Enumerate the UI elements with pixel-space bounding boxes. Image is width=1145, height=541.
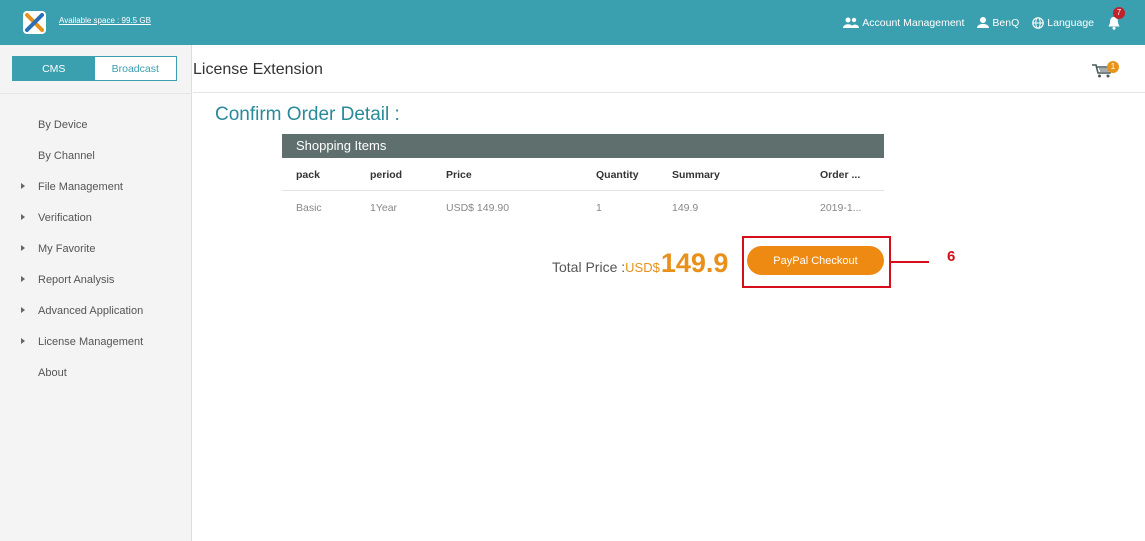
sidebar-item-label: Report Analysis bbox=[38, 273, 115, 286]
table-header-row: pack period Price Quantity Summary Order… bbox=[282, 158, 884, 191]
caret-right-icon bbox=[21, 245, 25, 251]
main-content: Confirm Order Detail : Shopping Items pa… bbox=[193, 93, 1145, 541]
sidebar-item-label: License Management bbox=[38, 335, 144, 348]
user-icon bbox=[977, 17, 990, 28]
callout-highlight-box bbox=[742, 236, 891, 288]
cell-period: 1Year bbox=[370, 202, 398, 214]
cell-order: 2019-1... bbox=[820, 202, 862, 214]
column-header-price: Price bbox=[446, 169, 472, 181]
sidebar-item-label: Verification bbox=[38, 211, 92, 224]
cell-quantity: 1 bbox=[596, 202, 602, 214]
callout-line bbox=[891, 261, 929, 263]
callout-number: 6 bbox=[947, 248, 956, 265]
sidebar-item-verification[interactable]: Verification bbox=[0, 202, 192, 233]
total-price-amount: 149.9 bbox=[660, 248, 729, 278]
shopping-items-header: Shopping Items bbox=[282, 134, 884, 158]
language-menu[interactable]: Language bbox=[1032, 17, 1094, 29]
sidebar-item-by-channel[interactable]: By Channel bbox=[0, 140, 192, 171]
cart-count-badge: 1 bbox=[1107, 61, 1119, 73]
user-menu[interactable]: BenQ bbox=[977, 17, 1019, 29]
sidebar-menu: By Device By Channel File Management Ver… bbox=[0, 109, 192, 388]
language-label: Language bbox=[1047, 16, 1094, 29]
tab-cms[interactable]: CMS bbox=[13, 57, 95, 80]
user-name-label: BenQ bbox=[992, 16, 1020, 29]
tab-broadcast[interactable]: Broadcast bbox=[94, 57, 176, 80]
cell-summary: 149.9 bbox=[672, 202, 699, 214]
sidebar-item-label: By Device bbox=[38, 118, 88, 131]
globe-icon bbox=[1032, 16, 1045, 29]
caret-right-icon bbox=[21, 338, 25, 344]
column-header-order: Order ... bbox=[820, 169, 861, 181]
top-bar: Available space : 99.5 GB Account Manage… bbox=[0, 0, 1145, 45]
cell-price: USD$ 149.90 bbox=[446, 202, 510, 214]
sidebar-divider bbox=[0, 93, 192, 94]
column-header-quantity: Quantity bbox=[596, 169, 639, 181]
sidebar-item-license-management[interactable]: License Management bbox=[0, 326, 192, 357]
caret-right-icon bbox=[21, 276, 25, 282]
notifications-button[interactable]: 7 bbox=[1107, 6, 1125, 30]
x-logo-icon[interactable] bbox=[23, 11, 46, 34]
sidebar-item-my-favorite[interactable]: My Favorite bbox=[0, 233, 192, 264]
users-icon bbox=[843, 17, 860, 28]
total-price-currency: USD$ bbox=[625, 260, 660, 275]
sidebar-item-label: About bbox=[38, 366, 67, 379]
section-title: Confirm Order Detail : bbox=[215, 104, 400, 125]
account-management-link[interactable]: Account Management bbox=[843, 17, 964, 29]
caret-right-icon bbox=[21, 214, 25, 220]
sidebar-item-advanced-application[interactable]: Advanced Application bbox=[0, 295, 192, 326]
account-management-label: Account Management bbox=[862, 16, 965, 29]
sidebar-item-about[interactable]: About bbox=[0, 357, 192, 388]
sidebar-item-label: Advanced Application bbox=[38, 304, 144, 317]
page-title: License Extension bbox=[193, 61, 323, 78]
sidebar-item-label: My Favorite bbox=[38, 242, 96, 255]
sidebar-item-by-device[interactable]: By Device bbox=[0, 109, 192, 140]
page-header: License Extension 1 bbox=[193, 45, 1145, 93]
available-space-label[interactable]: Available space : 99.5 GB bbox=[59, 16, 151, 25]
notification-count-badge: 7 bbox=[1113, 6, 1125, 19]
order-table: pack period Price Quantity Summary Order… bbox=[282, 158, 884, 224]
caret-right-icon bbox=[21, 183, 25, 189]
table-row: Basic 1Year USD$ 149.90 1 149.9 2019-1..… bbox=[282, 191, 884, 224]
total-price: Total Price : USD$ 149.9 bbox=[552, 248, 728, 279]
column-header-period: period bbox=[370, 169, 403, 181]
caret-right-icon bbox=[21, 307, 25, 313]
mode-tabs: CMS Broadcast bbox=[12, 56, 177, 81]
column-header-pack: pack bbox=[296, 169, 320, 181]
cell-pack: Basic bbox=[296, 202, 322, 214]
column-header-summary: Summary bbox=[672, 169, 720, 181]
sidebar-item-label: By Channel bbox=[38, 149, 95, 162]
sidebar-item-report-analysis[interactable]: Report Analysis bbox=[0, 264, 192, 295]
sidebar: CMS Broadcast By Device By Channel File … bbox=[0, 45, 192, 541]
sidebar-item-file-management[interactable]: File Management bbox=[0, 171, 192, 202]
total-price-label: Total Price : bbox=[552, 259, 626, 275]
sidebar-item-label: File Management bbox=[38, 180, 123, 193]
top-nav: Account Management BenQ Language 7 bbox=[843, 0, 1145, 45]
